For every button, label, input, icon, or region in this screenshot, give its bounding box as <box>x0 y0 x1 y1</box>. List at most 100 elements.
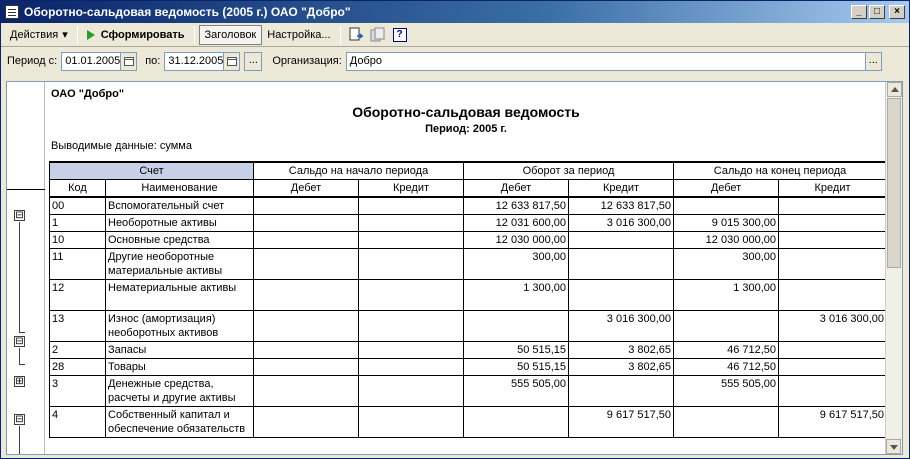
report-area[interactable]: ⊟ ⊟ ⊞ ⊟ ОАО "Добро" Оборотно-сальдовая в… <box>6 81 903 455</box>
vertical-scrollbar[interactable] <box>885 82 902 454</box>
cell-opening-debit[interactable] <box>253 248 359 280</box>
cell-opening-credit[interactable] <box>357 248 465 280</box>
save-settings-button[interactable] <box>369 26 387 44</box>
cell-turnover-debit[interactable]: 50 515,15 <box>463 358 570 376</box>
cell-closing-debit[interactable] <box>673 310 780 342</box>
cell-closing-debit[interactable] <box>673 406 780 438</box>
expand-group-button[interactable]: ⊞ <box>14 376 25 387</box>
cell-opening-credit[interactable] <box>357 358 465 376</box>
period-to-calendar-button[interactable] <box>224 51 241 71</box>
organization-input[interactable]: Добро <box>345 51 866 71</box>
cell-closing-credit[interactable] <box>778 231 886 249</box>
cell-closing-debit[interactable]: 12 030 000,00 <box>673 231 780 249</box>
cell-opening-debit[interactable] <box>253 214 359 232</box>
restore-settings-button[interactable] <box>347 26 365 44</box>
cell-turnover-credit[interactable]: 9 617 517,50 <box>568 406 675 438</box>
cell-opening-credit[interactable] <box>357 196 465 215</box>
cell-opening-debit[interactable] <box>253 231 359 249</box>
cell-opening-credit[interactable] <box>357 375 465 407</box>
cell-turnover-debit[interactable]: 50 515,15 <box>463 341 570 359</box>
cell-turnover-debit[interactable]: 12 633 817,50 <box>463 196 570 215</box>
cell-turnover-debit[interactable]: 1 300,00 <box>463 279 570 311</box>
cell-opening-debit[interactable] <box>253 358 359 376</box>
cell-closing-credit[interactable]: 9 617 517,50 <box>778 406 886 438</box>
minimize-button[interactable]: _ <box>851 5 867 19</box>
cell-turnover-debit[interactable]: 12 031 600,00 <box>463 214 570 232</box>
cell-code[interactable]: 12 <box>49 279 106 311</box>
cell-opening-debit[interactable] <box>253 279 359 311</box>
cell-turnover-debit[interactable] <box>463 406 570 438</box>
cell-name[interactable]: Основные средства <box>105 231 254 249</box>
table-row[interactable]: 00 Вспомогательный счет 12 633 817,50 12 63… <box>49 196 886 215</box>
cell-closing-credit[interactable] <box>778 214 886 232</box>
cell-opening-credit[interactable] <box>357 279 465 311</box>
cell-turnover-credit[interactable] <box>568 375 675 407</box>
cell-name[interactable]: Необоротные активы <box>105 214 254 232</box>
cell-opening-credit[interactable] <box>357 310 465 342</box>
cell-closing-credit[interactable] <box>778 358 886 376</box>
cell-name[interactable]: Запасы <box>105 341 254 359</box>
cell-opening-debit[interactable] <box>253 406 359 438</box>
cell-closing-debit[interactable]: 555 505,00 <box>673 375 780 407</box>
cell-code[interactable]: 28 <box>49 358 106 376</box>
cell-code[interactable]: 3 <box>49 375 106 407</box>
table-row[interactable]: 28 Товары 50 515,15 3 802,65 46 712,50 <box>49 358 886 376</box>
cell-turnover-debit[interactable] <box>463 310 570 342</box>
cell-name[interactable]: Нематериальные активы <box>105 279 254 311</box>
cell-code[interactable]: 00 <box>49 196 106 215</box>
cell-turnover-credit[interactable]: 3 802,65 <box>568 341 675 359</box>
cell-opening-credit[interactable] <box>357 341 465 359</box>
cell-turnover-credit[interactable] <box>568 279 675 311</box>
table-row[interactable]: 11 Другие необоротные материальные активы… <box>49 248 886 280</box>
cell-turnover-debit[interactable]: 555 505,00 <box>463 375 570 407</box>
cell-turnover-debit[interactable]: 12 030 000,00 <box>463 231 570 249</box>
cell-name[interactable]: Собственный капитал и обеспечение обязат… <box>105 406 254 438</box>
cell-turnover-credit[interactable] <box>568 248 675 280</box>
collapse-group-button[interactable]: ⊟ <box>14 414 25 425</box>
cell-closing-debit[interactable] <box>673 196 780 215</box>
cell-code[interactable]: 4 <box>49 406 106 438</box>
cell-turnover-credit[interactable]: 3 016 300,00 <box>568 214 675 232</box>
cell-code[interactable]: 10 <box>49 231 106 249</box>
cell-name[interactable]: Другие необоротные материальные активы <box>105 248 254 280</box>
cell-code[interactable]: 11 <box>49 248 106 280</box>
table-row[interactable]: 13 Износ (амортизация) необоротных активо… <box>49 310 886 342</box>
cell-code[interactable]: 13 <box>49 310 106 342</box>
cell-name[interactable]: Вспомогательный счет <box>105 196 254 215</box>
cell-name[interactable]: Денежные средства, расчеты и другие акти… <box>105 375 254 407</box>
cell-opening-debit[interactable] <box>253 310 359 342</box>
cell-closing-credit[interactable] <box>778 196 886 215</box>
generate-button[interactable]: Сформировать <box>82 26 190 44</box>
cell-code[interactable]: 2 <box>49 341 106 359</box>
actions-menu[interactable]: Действия ▾ <box>5 25 73 44</box>
settings-button[interactable]: Настройка... <box>262 26 335 44</box>
collapse-group-button[interactable]: ⊟ <box>14 336 25 347</box>
period-from-calendar-button[interactable] <box>121 51 138 71</box>
cell-code[interactable]: 1 <box>49 214 106 232</box>
table-row[interactable]: 10 Основные средства 12 030 000,00 12 030 0… <box>49 231 886 249</box>
cell-closing-debit[interactable]: 46 712,50 <box>673 341 780 359</box>
cell-opening-credit[interactable] <box>357 231 465 249</box>
cell-opening-debit[interactable] <box>253 375 359 407</box>
organization-select-button[interactable]: ... <box>865 51 882 71</box>
table-row[interactable]: 2 Запасы 50 515,15 3 802,65 46 712,50 <box>49 341 886 359</box>
cell-turnover-credit[interactable]: 3 016 300,00 <box>568 310 675 342</box>
scroll-thumb[interactable] <box>887 98 901 268</box>
cell-opening-debit[interactable] <box>253 341 359 359</box>
cell-turnover-credit[interactable]: 12 633 817,50 <box>568 196 675 215</box>
cell-closing-debit[interactable]: 1 300,00 <box>673 279 780 311</box>
cell-closing-credit[interactable]: 3 016 300,00 <box>778 310 886 342</box>
cell-opening-credit[interactable] <box>357 406 465 438</box>
scroll-up-button[interactable] <box>886 82 902 97</box>
cell-opening-debit[interactable] <box>253 196 359 215</box>
period-select-button[interactable]: ... <box>244 51 263 71</box>
period-from-input[interactable]: 01.01.2005 <box>61 51 122 71</box>
cell-turnover-debit[interactable]: 300,00 <box>463 248 570 280</box>
cell-turnover-credit[interactable] <box>568 231 675 249</box>
table-row[interactable]: 3 Денежные средства, расчеты и другие акт… <box>49 375 886 407</box>
cell-closing-credit[interactable] <box>778 375 886 407</box>
cell-closing-debit[interactable]: 300,00 <box>673 248 780 280</box>
cell-closing-credit[interactable] <box>778 279 886 311</box>
period-to-input[interactable]: 31.12.2005 <box>164 51 225 71</box>
maximize-button[interactable]: □ <box>869 5 885 19</box>
